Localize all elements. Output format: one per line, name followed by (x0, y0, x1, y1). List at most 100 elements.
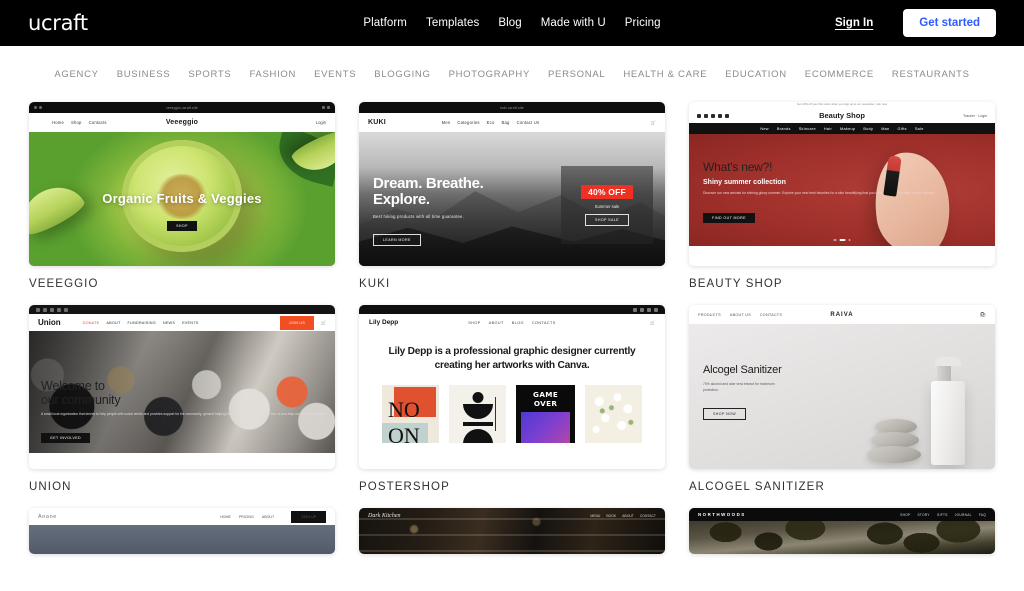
template-preview[interactable]: Get 10% off your first order when you si… (689, 102, 995, 266)
preview-login-link: Login (315, 120, 326, 125)
preview-hero: Dark Kitchen MENU BOOK ABOUT CONTACT (359, 508, 665, 554)
preview-nav-journal: JOURNAL (954, 512, 972, 517)
get-started-button[interactable]: Get started (903, 9, 996, 37)
preview-site-nav: Home Shop Contacts (52, 120, 107, 125)
preview-hero: Lily Depp is a professional graphic desi… (359, 331, 665, 461)
address-bar: kuki.ucraft.site (500, 105, 524, 110)
preview-nav-about: ABOUT (106, 320, 121, 325)
preview-hero: What's new?! Shiny summer collection Dis… (689, 134, 995, 246)
template-card[interactable]: NORTHWOODS SHOP STORY GIFTS JOURNAL FAQ (689, 508, 995, 554)
nav-item-pricing[interactable]: Pricing (625, 17, 661, 29)
preview-nav-shop: Shop (70, 120, 82, 125)
template-card[interactable]: kuki.ucraft.site KUKI Men Categories Eco… (359, 102, 665, 290)
preview-site-nav: Men Categories Eco Bag Contact Us (442, 120, 540, 125)
preview-site-header: Beauty Shop Tracker · Login (689, 108, 995, 123)
preview-nav-contacts: CONTACTS (531, 320, 556, 325)
template-title: POSTERSHOP (359, 481, 450, 493)
preview-signup-button: SIGN UP (291, 510, 326, 523)
template-card[interactable]: Anane HOME PRICING ABOUT SIGN UP (29, 508, 335, 554)
announcement-text: Get 10% off your first order when you si… (797, 102, 887, 106)
preview-nav-shop: SHOP (900, 512, 911, 517)
poster-thumbnail (584, 385, 643, 444)
preview-nav-about: ABOUT (261, 514, 275, 519)
category-personal[interactable]: PERSONAL (548, 69, 605, 80)
preview-site-header: KUKI Men Categories Eco Bag Contact Us 🛒 (359, 113, 665, 132)
preview-join-button: JOIN US (279, 315, 315, 330)
preview-nav-shop: SHOP (468, 320, 481, 325)
preview-hero (689, 521, 995, 554)
poster-thumbnail: GAME OVER (516, 385, 575, 444)
preview-brand: NORTHWOODS (698, 512, 746, 517)
category-agency[interactable]: AGENCY (54, 69, 98, 80)
template-card[interactable]: Lily Depp SHOP ABOUT BLOG CONTACTS 🛒 Lil… (359, 305, 665, 493)
category-ecommerce[interactable]: ECOMMERCE (805, 69, 874, 80)
poster-thumbnail: NO ON (382, 385, 440, 444)
nav-item-templates[interactable]: Templates (426, 17, 479, 29)
nav-item-platform[interactable]: Platform (363, 17, 407, 29)
category-sports[interactable]: SPORTS (188, 69, 231, 80)
ucraft-logo[interactable]: ucraft (28, 11, 88, 35)
template-preview[interactable]: NORTHWOODS SHOP STORY GIFTS JOURNAL FAQ (689, 508, 995, 554)
preview-nav-donate: DONATE (82, 320, 100, 325)
template-preview[interactable]: veeeggio.ucraft.site Home Shop Contacts … (29, 102, 335, 266)
template-card[interactable]: Dark Kitchen MENU BOOK ABOUT CONTACT (359, 508, 665, 554)
discount-badge: 40% OFF (581, 184, 633, 199)
preview-hero: Welcome to our community A small local o… (29, 331, 335, 453)
preview-nav-products: PRODUCTS (698, 312, 721, 317)
category-business[interactable]: BUSINESS (117, 69, 171, 80)
template-card[interactable]: veeeggio.ucraft.site Home Shop Contacts … (29, 102, 335, 290)
preview-subtext: 70% alcohol and aloe vera extract for ma… (703, 382, 775, 393)
preview-nav-about-us: ABOUT US (729, 312, 751, 317)
bag-icon: 🛍 (979, 311, 986, 318)
template-title: KUKI (359, 278, 391, 290)
template-preview[interactable]: Dark Kitchen MENU BOOK ABOUT CONTACT (359, 508, 665, 554)
category-health-and-care[interactable]: HEALTH & CARE (623, 69, 707, 80)
category-blogging[interactable]: BLOGGING (374, 69, 430, 80)
preview-nav-about: ABOUT (622, 513, 634, 518)
category-education[interactable]: EDUCATION (725, 69, 787, 80)
template-preview[interactable]: Union DONATE ABOUT FUNDRAISING NEWS EVEN… (29, 305, 335, 469)
preview-hero (29, 525, 335, 554)
cart-icon: 🛒 (650, 119, 656, 125)
preview-nav-contact: Contact Us (516, 120, 540, 125)
preview-nav-blog: BLOG (511, 320, 524, 325)
preview-nav-story: STORY (917, 512, 930, 517)
preview-hero-copy: Alcogel Sanitizer 70% alcohol and aloe v… (703, 364, 789, 421)
preview-site-header: PRODUCTS ABOUT US CONTACTS RAIVA 🛍 (689, 305, 995, 324)
carousel-dots (833, 238, 851, 241)
preview-cta-button: SHOP NOW (703, 408, 747, 421)
template-preview[interactable]: Anane HOME PRICING ABOUT SIGN UP (29, 508, 335, 554)
preview-nav-events: EVENTS (182, 320, 199, 325)
nav-item-made-with-u[interactable]: Made with U (541, 17, 606, 29)
preview-nav-skincare: Skincare (798, 126, 816, 131)
template-card[interactable]: Union DONATE ABOUT FUNDRAISING NEWS EVEN… (29, 305, 335, 493)
template-preview[interactable]: kuki.ucraft.site KUKI Men Categories Eco… (359, 102, 665, 266)
preview-hero: Organic Fruits & Veggies SHOP (29, 132, 335, 266)
category-fashion[interactable]: FASHION (249, 69, 296, 80)
preview-site-header: Dark Kitchen MENU BOOK ABOUT CONTACT (359, 508, 665, 523)
browser-chrome: veeeggio.ucraft.site (29, 102, 335, 113)
template-card[interactable]: PRODUCTS ABOUT US CONTACTS RAIVA 🛍 Alcog… (689, 305, 995, 493)
preview-headline-line1: Welcome to (41, 379, 105, 393)
category-events[interactable]: EVENTS (314, 69, 356, 80)
preview-site-nav: PRODUCTS ABOUT US CONTACTS (698, 313, 782, 317)
preview-nav-home: Home (52, 120, 64, 125)
preview-nav-news: NEWS (162, 320, 176, 325)
template-title: VEEEGGIO (29, 278, 99, 290)
template-card[interactable]: Get 10% off your first order when you si… (689, 102, 995, 290)
nav-item-blog[interactable]: Blog (498, 17, 521, 29)
preview-nav-body: Body (863, 126, 874, 131)
template-preview[interactable]: PRODUCTS ABOUT US CONTACTS RAIVA 🛍 Alcog… (689, 305, 995, 469)
preview-cta-button: LEARN MORE (373, 234, 421, 247)
poster-thumbnail (449, 385, 507, 444)
category-restaurants[interactable]: RESTAURANTS (892, 69, 970, 80)
category-photography[interactable]: PHOTOGRAPHY (449, 69, 530, 80)
preview-site-nav: SHOP STORY GIFTS JOURNAL FAQ (900, 513, 986, 517)
template-preview[interactable]: Lily Depp SHOP ABOUT BLOG CONTACTS 🛒 Lil… (359, 305, 665, 469)
preview-hero-copy: Organic Fruits & Veggies SHOP (29, 191, 335, 232)
sign-in-link[interactable]: Sign In (835, 17, 873, 29)
preview-brand: Union (38, 318, 61, 327)
preview-site-header: Home Shop Contacts Veeeggio Login (29, 113, 335, 132)
preview-site-nav: MENU BOOK ABOUT CONTACT (590, 514, 656, 518)
preview-nav-fundraising: FUNDRAISING (127, 320, 156, 325)
